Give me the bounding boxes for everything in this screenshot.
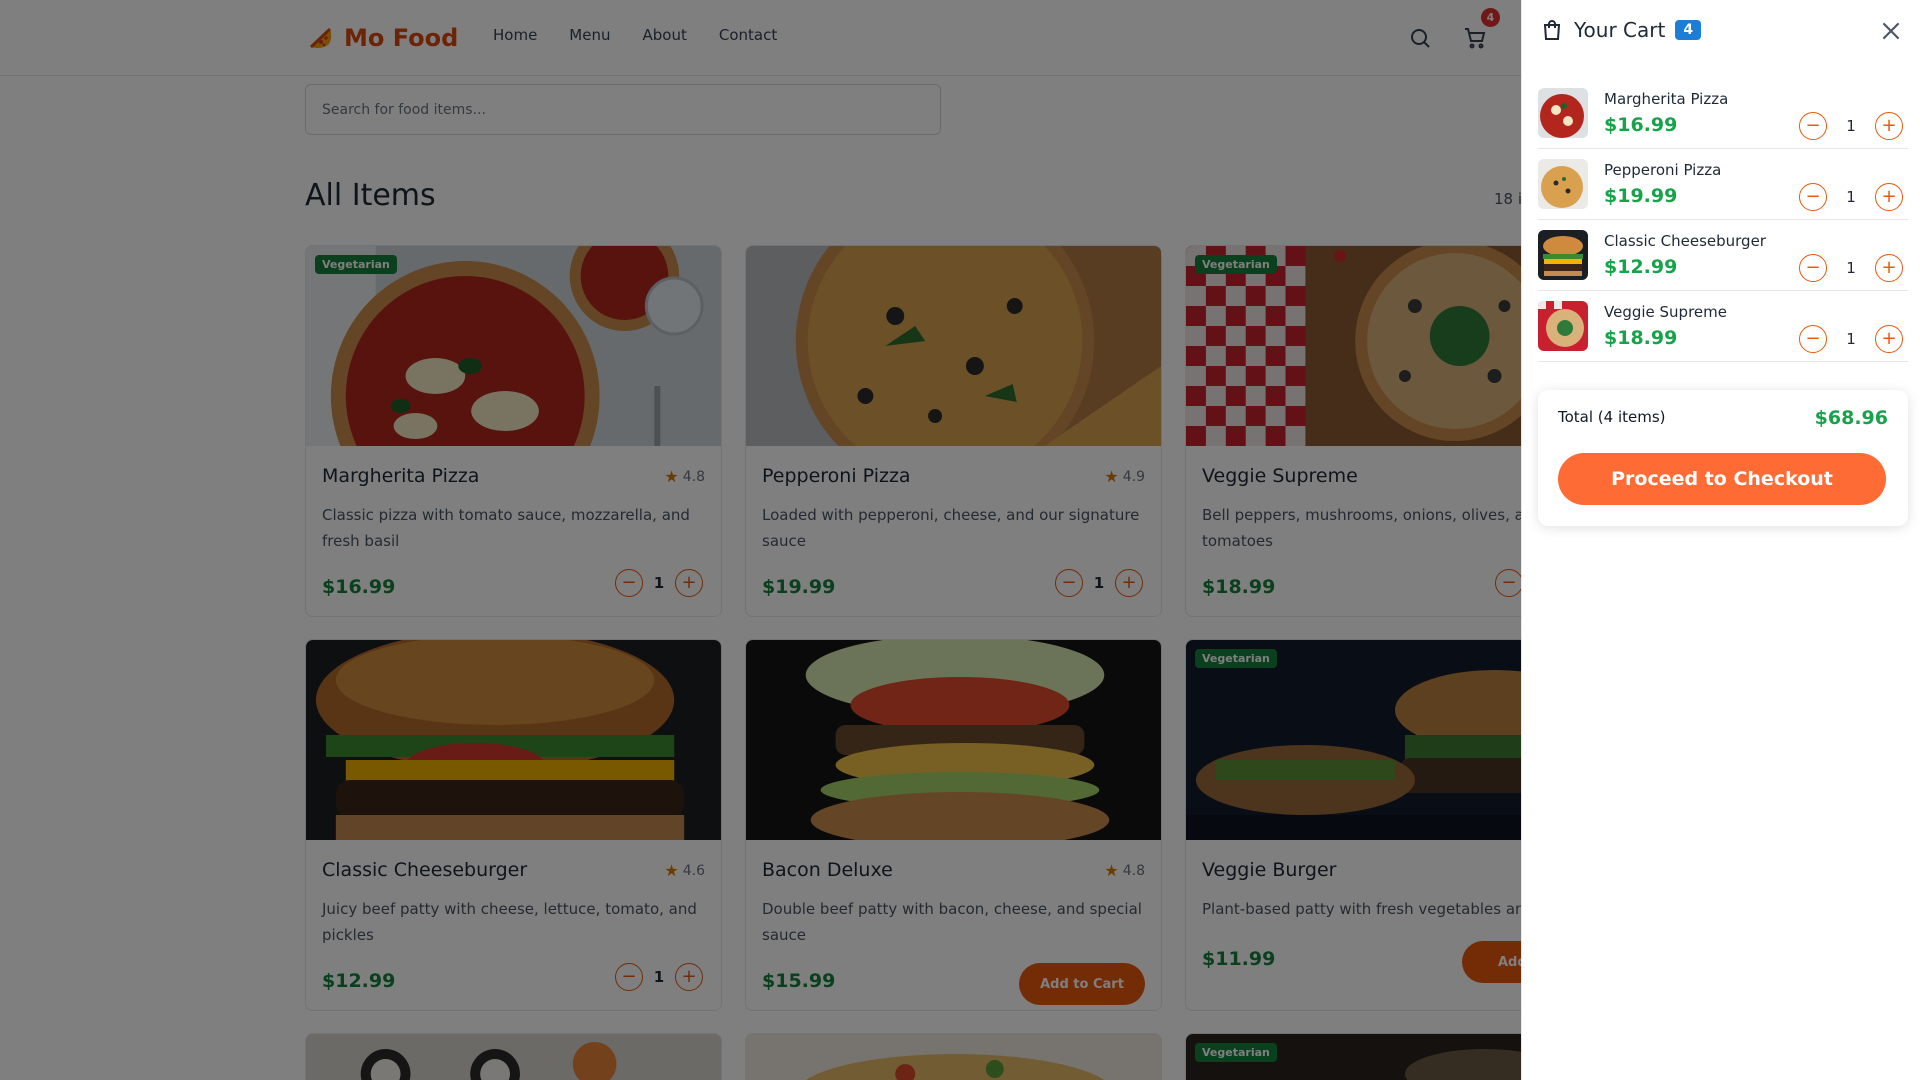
cart-item-name: Margherita Pizza <box>1604 90 1729 108</box>
cart-item-image <box>1538 159 1588 209</box>
cart-item-price: $19.99 <box>1604 185 1678 207</box>
plus-icon[interactable]: + <box>1875 183 1903 211</box>
cart-item-price: $12.99 <box>1604 256 1678 278</box>
plus-icon[interactable]: + <box>1875 254 1903 282</box>
cart-item: Classic Cheeseburger $12.99 − 1 + <box>1538 220 1908 291</box>
quantity-stepper: − 1 + <box>1799 254 1903 282</box>
quantity-value: 1 <box>1846 259 1856 277</box>
minus-icon[interactable]: − <box>1799 112 1827 140</box>
shopping-bag-icon <box>1543 20 1561 40</box>
cart-title: Your Cart <box>1574 18 1666 42</box>
total-value: $68.96 <box>1814 407 1888 429</box>
quantity-stepper: − 1 + <box>1799 183 1903 211</box>
quantity-value: 1 <box>1846 117 1856 135</box>
cart-item-count-badge: 4 <box>1675 20 1702 40</box>
cart-item-image <box>1538 301 1588 351</box>
minus-icon[interactable]: − <box>1799 254 1827 282</box>
quantity-stepper: − 1 + <box>1799 112 1903 140</box>
cart-item: Margherita Pizza $16.99 − 1 + <box>1538 78 1908 149</box>
cart-item: Pepperoni Pizza $19.99 − 1 + <box>1538 149 1908 220</box>
cart-item-name: Veggie Supreme <box>1604 303 1727 321</box>
cart-drawer: Your Cart 4 Margherita Pizza $16.99 − 1 … <box>1521 0 1920 1080</box>
cart-overlay-backdrop[interactable] <box>0 0 1528 1080</box>
cart-item-image <box>1538 230 1588 280</box>
total-label: Total (4 items) <box>1558 408 1666 426</box>
cart-item: Veggie Supreme $18.99 − 1 + <box>1538 291 1908 362</box>
cart-header: Your Cart 4 <box>1540 18 1702 42</box>
cart-summary: Total (4 items) $68.96 Proceed to Checko… <box>1538 390 1908 526</box>
close-icon[interactable] <box>1878 18 1904 44</box>
minus-icon[interactable]: − <box>1799 325 1827 353</box>
quantity-value: 1 <box>1846 188 1856 206</box>
minus-icon[interactable]: − <box>1799 183 1827 211</box>
cart-item-image <box>1538 88 1588 138</box>
cart-item-price: $16.99 <box>1604 114 1678 136</box>
cart-item-price: $18.99 <box>1604 327 1678 349</box>
quantity-stepper: − 1 + <box>1799 325 1903 353</box>
plus-icon[interactable]: + <box>1875 112 1903 140</box>
cart-item-name: Pepperoni Pizza <box>1604 161 1722 179</box>
cart-item-name: Classic Cheeseburger <box>1604 232 1766 250</box>
quantity-value: 1 <box>1846 330 1856 348</box>
plus-icon[interactable]: + <box>1875 325 1903 353</box>
checkout-button[interactable]: Proceed to Checkout <box>1558 453 1886 505</box>
